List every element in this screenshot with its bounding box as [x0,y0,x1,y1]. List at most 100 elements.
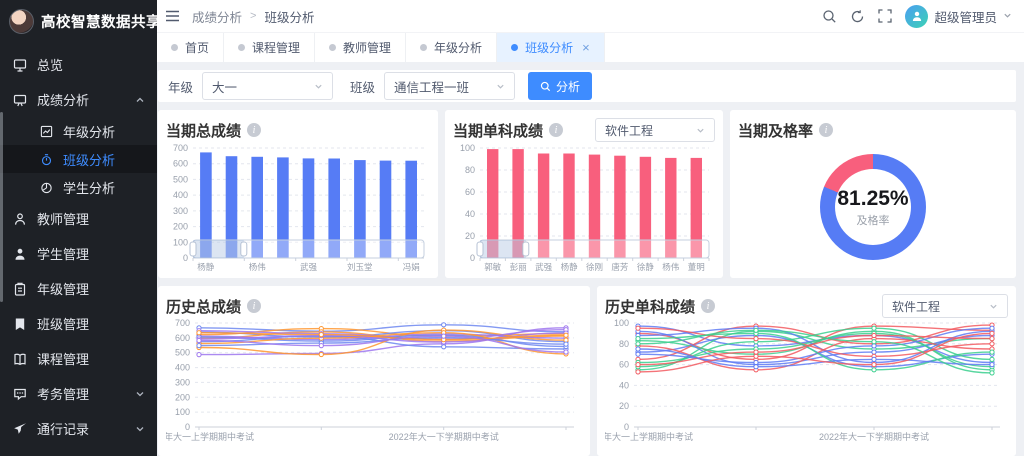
svg-text:300: 300 [175,377,190,387]
svg-text:400: 400 [175,363,190,373]
svg-text:60: 60 [465,187,475,197]
current-total-score-card: 当期总成绩 i 0100200300400500600700杨静杨伟武强刘玉堂冯… [158,110,438,278]
tab-grade-analysis[interactable]: 年级分析 [406,33,497,62]
grade-select-value: 大一 [212,77,237,96]
sidebar-item-overview[interactable]: 总览 [0,47,157,82]
grade-select[interactable]: 大一 [202,72,333,100]
sidebar-menu: 总览 成绩分析 年级分析 班级分析 学生分析 教师管理 [0,47,157,446]
svg-text:40: 40 [465,209,475,219]
sidebar-item-exam-mgmt[interactable]: 考务管理 [0,376,157,411]
tab-class-analysis[interactable]: 班级分析× [497,33,605,62]
history-subject-line-chart[interactable]: 0204060801002021年大一上学期期中考试2022年大一下学期期中考试 [605,318,1008,444]
course-icon [12,352,28,366]
app-title: 高校智慧数据共享平台 [41,11,157,32]
tab-dot-icon [329,44,336,51]
svg-text:60: 60 [619,360,629,370]
sidebar-item-student-mgmt[interactable]: 学生管理 [0,236,157,271]
fullscreen-icon[interactable] [878,9,892,23]
sidebar-item-label: 考务管理 [37,384,89,403]
svg-text:600: 600 [173,159,188,169]
refresh-icon[interactable] [850,9,865,24]
class-mgmt-icon [12,317,28,331]
user-menu[interactable]: 超级管理员 [905,5,1012,28]
sidebar-item-label: 班级分析 [63,150,115,169]
svg-text:武强: 武强 [535,262,553,272]
svg-text:杨静: 杨静 [561,262,579,272]
svg-text:徐静: 徐静 [637,262,655,272]
analyze-button[interactable]: 分析 [528,72,592,100]
user-name: 超级管理员 [934,7,997,26]
grade-analysis-icon [38,125,54,138]
app-logo-avatar [9,9,34,34]
svg-text:刘玉堂: 刘玉堂 [347,262,373,272]
subject-select-value: 软件工程 [892,298,940,315]
sidebar-item-label: 总览 [37,55,63,74]
search-icon[interactable] [822,9,837,24]
info-icon: i [701,299,715,313]
info-icon: i [247,299,261,313]
svg-text:杨静: 杨静 [197,262,215,272]
svg-text:2022年大一下学期期中考试: 2022年大一下学期期中考试 [819,431,929,442]
svg-text:700: 700 [175,318,190,328]
info-icon: i [819,123,833,137]
sidebar-scrollbar[interactable] [0,112,3,302]
current-total-bar-chart[interactable]: 0100200300400500600700杨静杨伟武强刘玉堂冯娟 [166,142,430,274]
history-total-line-chart[interactable]: 01002003004005006007002021年大一上学期期中考试2022… [166,318,582,444]
sidebar-item-grade-mgmt[interactable]: 年级管理 [0,271,157,306]
grade-filter-label: 年级 [168,77,193,96]
info-icon: i [247,123,261,137]
sidebar-item-score-analysis[interactable]: 成绩分析 [0,82,157,117]
tab-label: 教师管理 [343,39,391,56]
sidebar-item-teacher-mgmt[interactable]: 教师管理 [0,201,157,236]
breadcrumb-parent[interactable]: 成绩分析 [192,7,242,26]
breadcrumb-current: 班级分析 [264,7,314,26]
sidebar-item-class-analysis[interactable]: 班级分析 [0,145,157,173]
class-select[interactable]: 通信工程一班 [384,72,515,100]
chevron-down-icon [989,302,998,311]
tab-dot-icon [238,44,245,51]
svg-text:唐芳: 唐芳 [611,262,628,272]
subject-select[interactable]: 软件工程 [882,294,1008,318]
svg-text:500: 500 [173,174,188,184]
svg-text:200: 200 [175,392,190,402]
svg-text:武强: 武强 [300,262,318,272]
tab-dot-icon [420,44,427,51]
current-subject-bar-chart[interactable]: 020406080100郭敏彭丽武强杨静徐刚唐芳徐静杨伟董明 [453,142,715,274]
sidebar-item-access-records[interactable]: 通行记录 [0,411,157,446]
main-area: 成绩分析 > 班级分析 超级管理员 首页 课程管理 教师管理 年级分析 班级分析… [157,0,1024,456]
svg-text:0: 0 [470,253,475,263]
topbar-actions: 超级管理员 [822,5,1012,28]
svg-text:杨伟: 杨伟 [662,262,680,272]
svg-text:2022年大一下学期期中考试: 2022年大一下学期期中考试 [389,431,499,442]
svg-text:40: 40 [619,380,629,390]
cards-row-2: 历史总成绩 i 01002003004005006007002021年大一上学期… [158,286,1016,456]
class-analysis-icon [38,153,54,166]
class-select-value: 通信工程一班 [394,77,469,96]
close-tab-icon[interactable]: × [582,40,590,55]
sidebar-item-class-mgmt[interactable]: 班级管理 [0,306,157,341]
tab-course-mgmt[interactable]: 课程管理 [224,33,315,62]
svg-text:20: 20 [619,401,629,411]
subject-select-value: 软件工程 [605,122,653,139]
subject-select[interactable]: 软件工程 [595,118,715,142]
sidebar-item-grade-analysis[interactable]: 年级分析 [0,117,157,145]
app-logo: 高校智慧数据共享平台 [0,0,157,41]
sidebar-item-student-analysis[interactable]: 学生分析 [0,173,157,201]
cards-row-1: 当期总成绩 i 0100200300400500600700杨静杨伟武强刘玉堂冯… [158,110,1016,278]
class-filter-label: 班级 [350,77,375,96]
chevron-down-icon [496,82,505,91]
student-icon [12,247,28,261]
svg-text:100: 100 [460,143,475,153]
sidebar-item-course-mgmt[interactable]: 课程管理 [0,341,157,376]
sidebar-item-label: 课程管理 [37,349,89,368]
pass-rate-donut-chart: 81.25% 及格率 [820,154,926,260]
collapse-sidebar-icon[interactable] [165,10,180,22]
card-title: 历史单科成绩 [605,296,695,317]
svg-text:0: 0 [183,253,188,263]
svg-text:600: 600 [175,333,190,343]
card-title: 历史总成绩 [166,296,241,317]
tab-home[interactable]: 首页 [157,33,224,62]
svg-text:300: 300 [173,206,188,216]
student-analysis-icon [38,181,54,194]
tab-teacher-mgmt[interactable]: 教师管理 [315,33,406,62]
